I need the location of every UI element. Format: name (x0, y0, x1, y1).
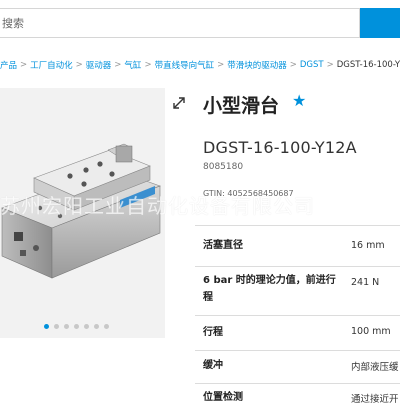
spec-label: 行程 (203, 327, 223, 338)
breadcrumb-current: DGST-16-100-Y12A (336, 60, 400, 70)
search-input[interactable] (0, 8, 360, 38)
breadcrumb-item[interactable]: DGST (300, 60, 324, 70)
breadcrumb: 产品 > 工厂自动化 > 驱动器 > 气缸 > 带直线导向气缸 > 带滑块的驱动器 > DG… (0, 58, 400, 72)
watermark-text: 苏州宏阳工业自动化设备有限公司 (0, 194, 315, 218)
spec-row: 位置检测 通过接近开 (195, 383, 400, 409)
part-number: 8085180 (203, 162, 244, 172)
spec-label: 位置检测 (203, 392, 243, 403)
spec-row: 行程 100 mm (195, 315, 400, 350)
spec-value: 通过接近开 (351, 394, 399, 405)
spec-label: 活塞直径 (203, 240, 243, 251)
spec-row: 6 bar 时的理论力值，前进行程 241 N (195, 266, 400, 315)
pagination-dot[interactable] (94, 324, 99, 329)
breadcrumb-item[interactable]: 工厂自动化 (30, 59, 73, 71)
spec-label: 6 bar 时的理论力值，前进行程 (203, 275, 336, 303)
spec-value: 16 mm (351, 240, 385, 251)
pagination-dot[interactable] (104, 324, 109, 329)
spec-value: 内部液压缓 (351, 362, 399, 373)
pagination-dot[interactable] (74, 324, 79, 329)
breadcrumb-item[interactable]: 产品 (0, 59, 17, 71)
spec-label: 缓冲 (203, 360, 223, 371)
gallery-pagination (44, 324, 109, 329)
search-button[interactable] (360, 8, 400, 38)
spec-value: 100 mm (351, 326, 391, 337)
spec-value: 241 N (351, 277, 380, 288)
pagination-dot[interactable] (64, 324, 69, 329)
search-bar (0, 0, 400, 46)
breadcrumb-item[interactable]: 驱动器 (86, 59, 112, 71)
spec-row: 活塞直径 16 mm (195, 225, 400, 266)
spec-row: 缓冲 内部液压缓 (195, 350, 400, 383)
pagination-dot[interactable] (44, 324, 49, 329)
product-model: DGST-16-100-Y12A (203, 138, 357, 157)
favorite-star-icon[interactable]: ★ (292, 93, 306, 109)
product-title: 小型滑台 (203, 95, 280, 117)
breadcrumb-item[interactable]: 气缸 (124, 59, 141, 71)
breadcrumb-item[interactable]: 带直线导向气缸 (155, 59, 215, 71)
pagination-dot[interactable] (84, 324, 89, 329)
breadcrumb-item[interactable]: 带滑块的驱动器 (227, 59, 287, 71)
expand-icon[interactable] (173, 97, 185, 109)
pagination-dot[interactable] (54, 324, 59, 329)
spec-table: 活塞直径 16 mm 6 bar 时的理论力值，前进行程 241 N 行程 10… (195, 225, 400, 409)
